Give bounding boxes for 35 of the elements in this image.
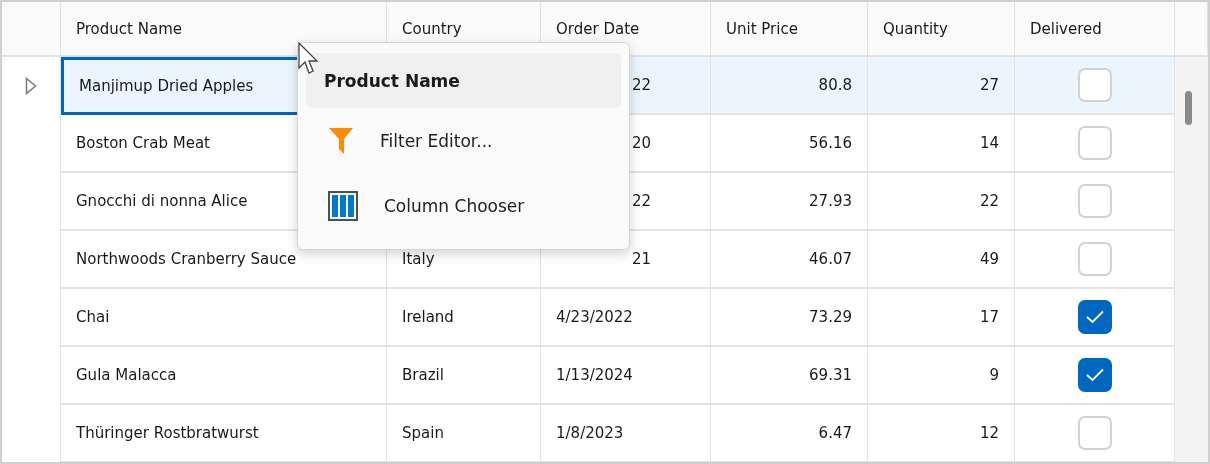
table-cell: Chai: [61, 289, 387, 347]
table-cell: 9: [868, 347, 1015, 405]
table-cell: Thüringer Rostbratwurst: [61, 405, 387, 462]
table-cell: Gula Malacca: [61, 347, 387, 405]
table-cell: 1/8/2023: [541, 405, 711, 462]
table-cell: Spain: [387, 405, 541, 462]
table-cell: 27.93: [711, 173, 868, 231]
table-cell: 1/13/2024: [541, 347, 711, 405]
table-cell: 6.47: [711, 405, 868, 462]
column-header[interactable]: Quantity: [868, 2, 1015, 57]
table-cell: 4/23/2022: [541, 289, 711, 347]
filter-icon: [328, 127, 354, 156]
table-cell: 49: [868, 231, 1015, 289]
table-cell: 12: [868, 405, 1015, 462]
columns-icon: [328, 191, 358, 222]
table-cell: 69.31: [711, 347, 868, 405]
checkbox[interactable]: [1077, 300, 1112, 334]
table-cell: 73.29: [711, 289, 868, 347]
checkmark-icon: [1084, 367, 1105, 383]
table-cell: 27: [868, 57, 1015, 115]
table-cell: Ireland: [387, 289, 541, 347]
checkmark-icon: [1084, 309, 1105, 325]
table-cell: 14: [868, 115, 1015, 173]
scrollbar-thumb[interactable]: [1185, 91, 1192, 125]
checkbox[interactable]: [1077, 358, 1112, 392]
table-cell: 80.8: [711, 57, 868, 115]
table-cell: 22: [868, 173, 1015, 231]
column-header[interactable]: Unit Price: [711, 2, 868, 57]
table-cell: Brazil: [387, 347, 541, 405]
column-header[interactable]: Product Name: [61, 2, 387, 57]
menu-title: Product Name: [306, 53, 621, 109]
table-cell: 17: [868, 289, 1015, 347]
column-header[interactable]: Delivered: [1015, 2, 1175, 57]
table-cell: 56.16: [711, 115, 868, 173]
table-cell: 46.07: [711, 231, 868, 289]
